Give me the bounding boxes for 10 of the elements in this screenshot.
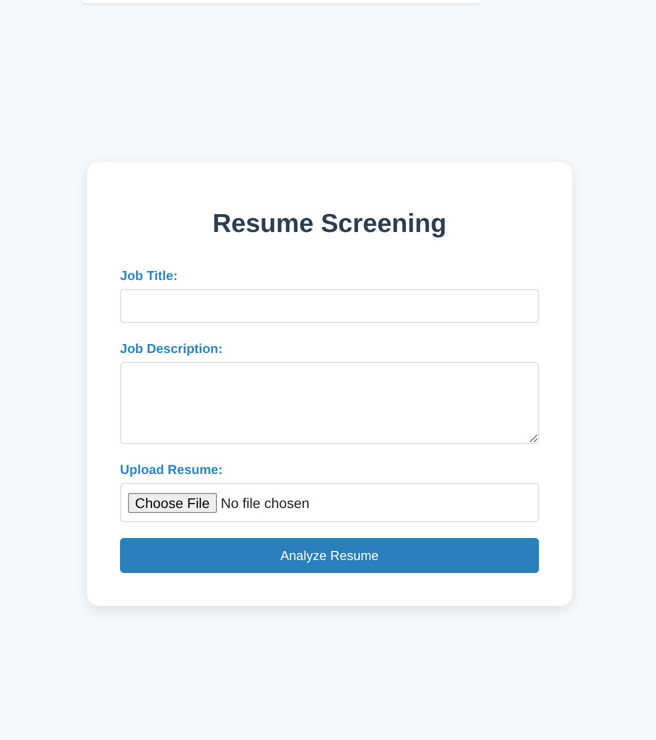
file-field[interactable]: Choose File No file chosen — [120, 483, 539, 522]
field-label: Job Title: — [120, 268, 179, 284]
analyze-button[interactable]: Analyze Resume — [120, 538, 539, 574]
form-title: Resume Screening — [211, 208, 448, 240]
input-field[interactable] — [120, 289, 539, 324]
choose-file-button[interactable]: Choose File — [128, 492, 217, 513]
file-status: No file chosen — [220, 494, 310, 511]
field-label: Job Description: — [120, 341, 224, 356]
text-area[interactable] — [120, 362, 539, 444]
field-label: Upload Resume: — [120, 462, 224, 478]
